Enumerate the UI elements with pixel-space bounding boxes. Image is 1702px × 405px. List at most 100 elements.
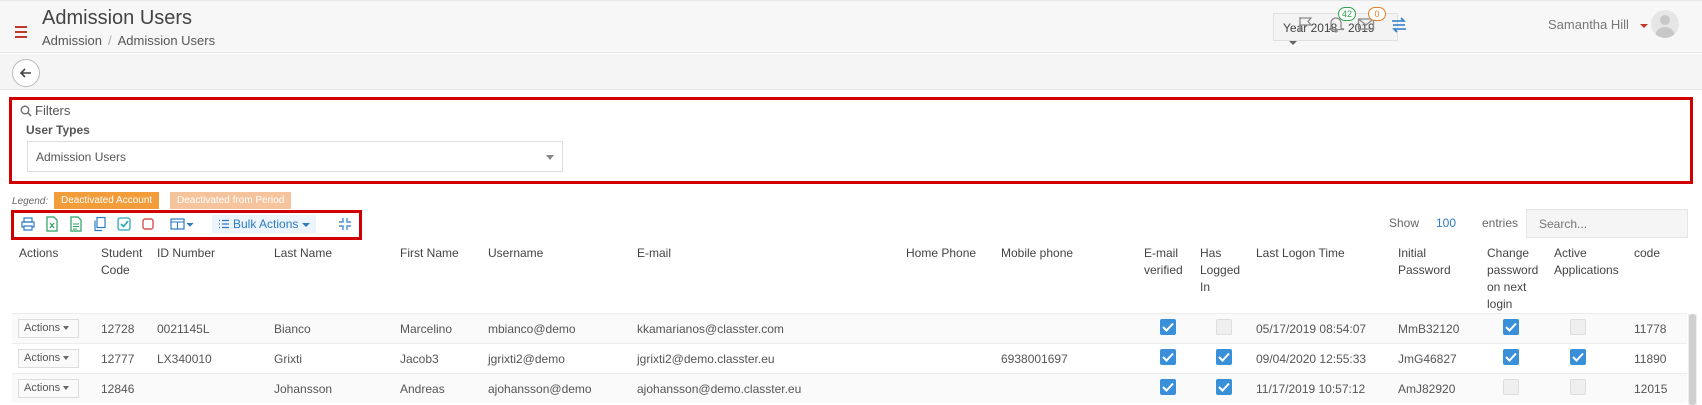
- cell-username: jgrixti2@demo: [488, 352, 565, 366]
- column-header-active-applications[interactable]: Active Applications: [1554, 245, 1619, 279]
- cell-id-number: LX340010: [157, 352, 212, 366]
- column-header-email[interactable]: E-mail: [637, 245, 671, 262]
- show-label: Show: [1389, 216, 1420, 230]
- back-bar: [0, 54, 1702, 90]
- checkbox-active-applications[interactable]: [1570, 349, 1586, 365]
- checkbox-has-logged-in[interactable]: [1216, 379, 1232, 395]
- chevron-down-icon: [1289, 40, 1297, 45]
- column-header-initial-password[interactable]: Initial Password: [1398, 245, 1451, 279]
- column-header-id-number[interactable]: ID Number: [157, 245, 215, 262]
- checkbox-active-applications[interactable]: [1570, 379, 1586, 395]
- switch-app-icon[interactable]: [1389, 15, 1409, 35]
- print-icon[interactable]: [20, 216, 36, 232]
- checkbox-email-verified[interactable]: [1160, 379, 1176, 395]
- column-header-email-verified[interactable]: E-mail verified: [1144, 245, 1183, 279]
- row-actions-button[interactable]: Actions: [18, 319, 79, 338]
- notifications-badge: 42: [1338, 7, 1356, 21]
- checkbox-change-password[interactable]: [1503, 379, 1519, 395]
- breadcrumb-admission-users: Admission Users: [117, 33, 216, 48]
- breadcrumb-separator: /: [107, 33, 112, 48]
- checkbox-active-applications[interactable]: [1570, 319, 1586, 335]
- csv-icon[interactable]: [68, 216, 84, 232]
- cell-last-name: Grixti: [274, 352, 302, 366]
- cell-student-code: 12728: [101, 322, 135, 336]
- checkbox-has-logged-in[interactable]: [1216, 349, 1232, 365]
- cell-last-name: Bianco: [274, 322, 311, 336]
- copy-icon[interactable]: [92, 216, 108, 232]
- cell-code: 11890: [1634, 352, 1667, 366]
- bell-icon[interactable]: 42: [1327, 7, 1356, 35]
- scrollbar-thumb[interactable]: [1689, 314, 1696, 405]
- cell-email: jgrixti2@demo.classter.eu: [637, 352, 775, 366]
- legend-deactivated-period: Deactivated from Period: [170, 192, 292, 209]
- column-header-last-name[interactable]: Last Name: [274, 245, 332, 262]
- cell-id-number: 0021145L: [157, 322, 210, 336]
- cell-initial-password: JmG46827: [1398, 352, 1457, 366]
- messages-badge: 0: [1368, 7, 1386, 21]
- page-length-select[interactable]: 100: [1436, 216, 1456, 230]
- breadcrumb-admission[interactable]: Admission: [42, 33, 102, 48]
- column-header-actions[interactable]: Actions: [19, 245, 58, 262]
- user-menu-chevron-icon[interactable]: [1640, 24, 1648, 28]
- cell-student-code: 12846: [101, 382, 135, 396]
- chevron-down-icon: [302, 222, 311, 227]
- cell-last-logon: 11/17/2019 10:57:12: [1256, 382, 1366, 396]
- avatar[interactable]: [1651, 10, 1679, 38]
- entries-label: entries: [1482, 216, 1519, 230]
- arrow-left-icon: [19, 68, 31, 78]
- checkbox-change-password[interactable]: [1503, 319, 1519, 335]
- search-input[interactable]: [1526, 209, 1688, 238]
- app-header: Admission Users Admission / Admission User…: [0, 0, 1702, 53]
- columns-icon[interactable]: [170, 216, 196, 232]
- checkbox-email-verified[interactable]: [1160, 349, 1176, 365]
- cell-student-code: 12777: [101, 352, 135, 366]
- cell-mobile-phone: 6938001697: [1001, 352, 1068, 366]
- deselect-all-icon[interactable]: [140, 216, 156, 232]
- collapse-icon[interactable]: [337, 216, 353, 232]
- column-header-student-code[interactable]: Student Code: [101, 245, 142, 279]
- legend-label: Legend:: [12, 196, 49, 207]
- flag-icon[interactable]: [1297, 15, 1317, 35]
- legend-deactivated-account: Deactivated Account: [54, 192, 160, 209]
- user-types-select[interactable]: Admission Users: [27, 141, 563, 172]
- column-header-home-phone[interactable]: Home Phone: [906, 245, 976, 262]
- checkbox-email-verified[interactable]: [1160, 319, 1176, 335]
- checkbox-has-logged-in[interactable]: [1216, 319, 1232, 335]
- column-header-mobile-phone[interactable]: Mobile phone: [1001, 245, 1073, 262]
- checkbox-change-password[interactable]: [1503, 349, 1519, 365]
- filters-title-text: Filters: [35, 103, 71, 118]
- column-header-has-logged-in[interactable]: Has Logged In: [1200, 245, 1240, 296]
- filters-title: Filters: [20, 103, 70, 118]
- column-header-username[interactable]: Username: [488, 245, 543, 262]
- cell-last-logon: 05/17/2019 08:54:07: [1256, 322, 1367, 336]
- breadcrumb: Admission / Admission Users: [42, 33, 215, 48]
- chevron-down-icon: [63, 326, 70, 331]
- column-header-last-logon-time[interactable]: Last Logon Time: [1256, 245, 1345, 262]
- cell-email: kkamarianos@classter.com: [637, 322, 784, 336]
- excel-icon[interactable]: [44, 216, 60, 232]
- search-icon: [20, 105, 32, 117]
- chevron-down-icon: [63, 356, 70, 361]
- cell-username: ajohansson@demo: [488, 382, 592, 396]
- page-title: Admission Users: [42, 7, 193, 29]
- cell-first-name: Andreas: [400, 382, 445, 396]
- cell-last-name: Johansson: [274, 382, 333, 396]
- user-types-label: User Types: [26, 123, 90, 137]
- row-actions-button[interactable]: Actions: [18, 379, 79, 398]
- select-all-icon[interactable]: [116, 216, 132, 232]
- list-icon: [219, 219, 229, 229]
- column-header-first-name[interactable]: First Name: [400, 245, 459, 262]
- cell-last-logon: 09/04/2020 12:55:33: [1256, 352, 1367, 366]
- bulk-actions-button[interactable]: Bulk Actions: [212, 215, 317, 233]
- cell-code: 11778: [1634, 322, 1667, 336]
- cell-first-name: Jacob3: [400, 352, 439, 366]
- column-header-code[interactable]: code: [1634, 245, 1660, 262]
- table-scrollbar[interactable]: [1688, 314, 1697, 405]
- hamburger-menu-icon[interactable]: [15, 26, 27, 41]
- user-name[interactable]: Samantha Hill: [1548, 17, 1629, 32]
- envelope-icon[interactable]: 0: [1357, 7, 1386, 35]
- back-button[interactable]: [12, 59, 40, 87]
- column-header-change-password[interactable]: Change password on next login: [1487, 245, 1538, 313]
- row-actions-button[interactable]: Actions: [18, 349, 79, 368]
- user-types-value: Admission Users: [36, 150, 127, 164]
